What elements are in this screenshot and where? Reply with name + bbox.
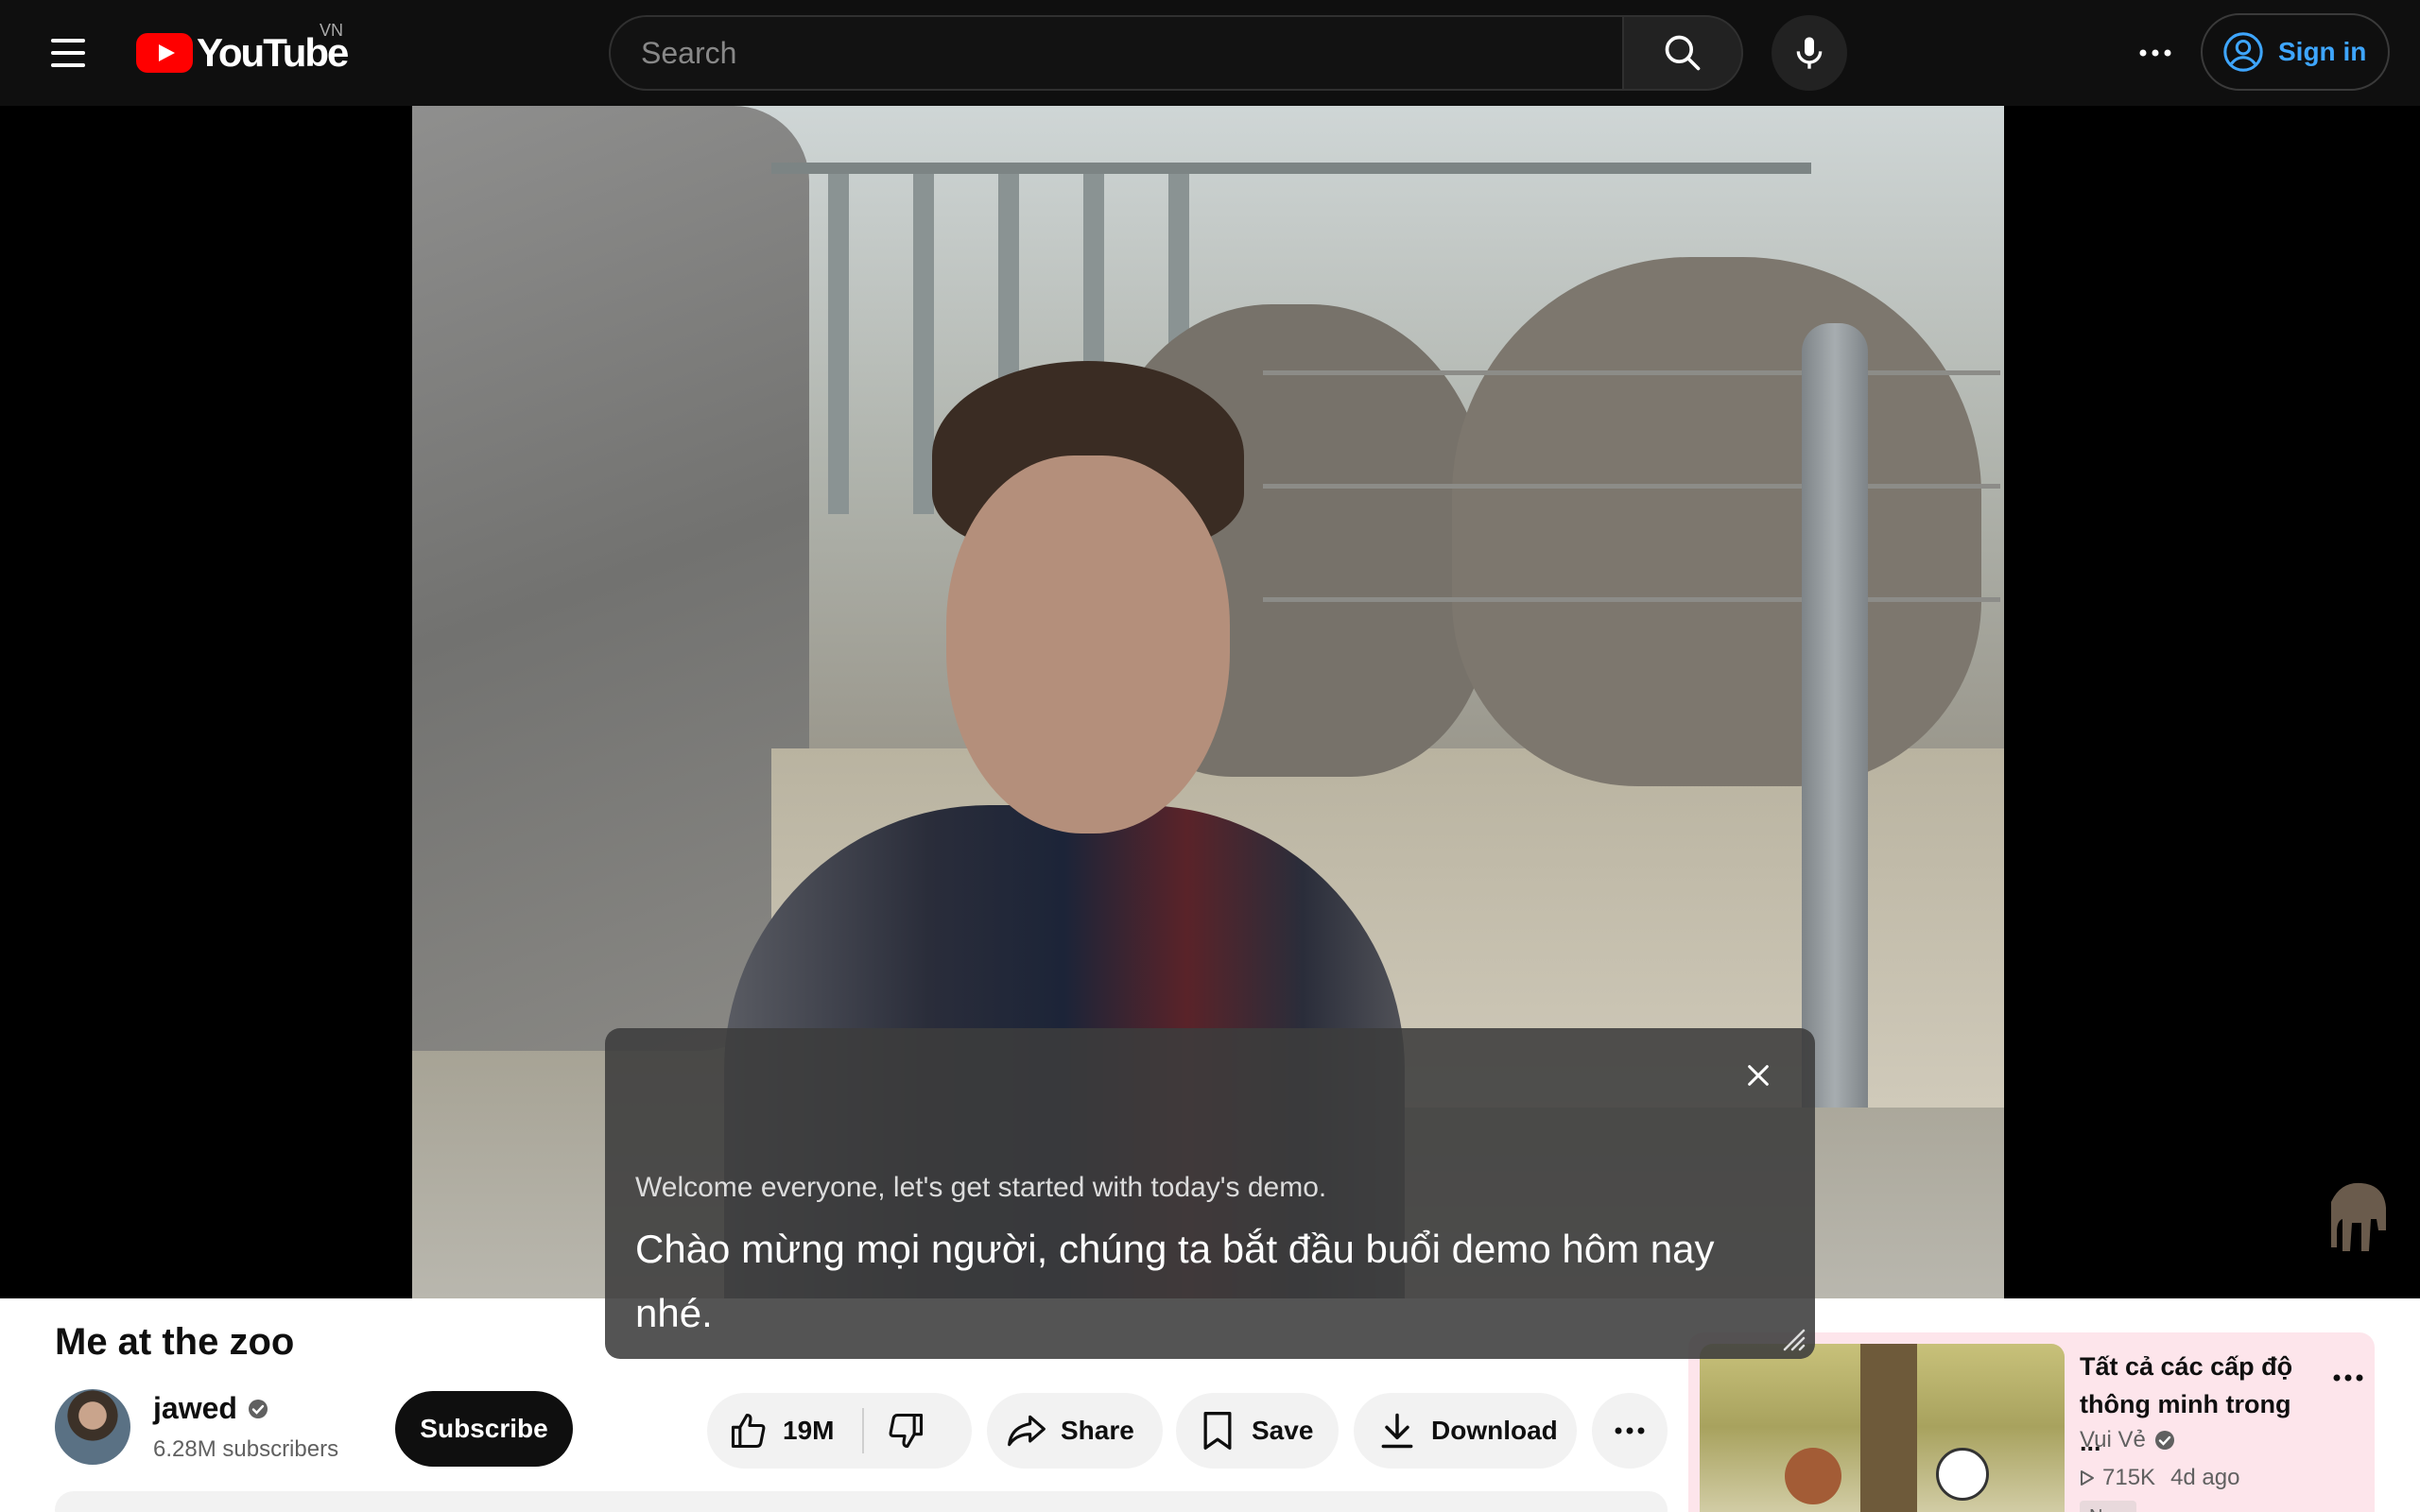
bookmark-icon xyxy=(1203,1412,1232,1450)
recommended-video-menu-button[interactable] xyxy=(2329,1359,2367,1397)
sign-in-label: Sign in xyxy=(2278,37,2367,66)
caption-original-text: Welcome everyone, let's get started with… xyxy=(635,1172,1327,1203)
menu-icon[interactable] xyxy=(40,28,96,77)
recommended-video-meta: 715K 4d ago xyxy=(2080,1465,2239,1491)
more-dots-icon xyxy=(2333,1374,2363,1382)
settings-more-button[interactable] xyxy=(2125,23,2186,83)
new-badge: New xyxy=(2080,1501,2137,1512)
caption-close-button[interactable] xyxy=(1739,1057,1777,1094)
download-button[interactable]: Download xyxy=(1354,1393,1577,1469)
live-translate-caption-panel[interactable]: Welcome everyone, let's get started with… xyxy=(605,1028,1815,1359)
country-code: VN xyxy=(320,21,344,40)
caption-translated-text: Chào mừng mọi người, chúng ta bắt đầu bu… xyxy=(635,1227,1715,1335)
like-button[interactable]: 19M xyxy=(728,1410,834,1452)
video-title: Me at the zoo xyxy=(55,1321,295,1363)
search-input[interactable] xyxy=(641,35,1622,71)
play-outline-icon xyxy=(2081,1470,2094,1486)
elephant-watermark-icon xyxy=(2331,1182,2386,1251)
subscribe-button[interactable]: Subscribe xyxy=(395,1391,573,1467)
recommended-video-card[interactable]: Tất cả các cấp độ thông minh trong ... V… xyxy=(1688,1332,2375,1512)
channel-name: jawed xyxy=(153,1391,237,1425)
recommended-channel[interactable]: Vui Vẻ xyxy=(2080,1427,2176,1453)
like-count: 19M xyxy=(783,1416,835,1445)
channel-name-link[interactable]: jawed xyxy=(153,1391,269,1426)
like-divider xyxy=(862,1408,865,1453)
close-icon xyxy=(1748,1065,1769,1086)
sign-in-button[interactable]: Sign in xyxy=(2201,13,2390,91)
search-icon xyxy=(1665,35,1701,71)
verified-badge-icon xyxy=(248,1399,268,1418)
channel-avatar[interactable] xyxy=(55,1389,130,1465)
youtube-play-icon xyxy=(136,33,193,73)
more-dots-icon xyxy=(2139,49,2171,57)
thumbs-up-icon xyxy=(731,1413,766,1449)
more-dots-icon xyxy=(1615,1427,1645,1435)
save-button[interactable]: Save xyxy=(1176,1393,1339,1469)
resize-handle-icon[interactable] xyxy=(1781,1327,1806,1351)
microphone-icon xyxy=(1796,37,1823,69)
top-bar: YouTube VN Sign in xyxy=(0,0,2420,106)
dislike-button[interactable] xyxy=(885,1410,926,1452)
more-actions-button[interactable] xyxy=(1592,1393,1668,1469)
share-icon xyxy=(1008,1415,1046,1447)
recommended-view-count: 715K xyxy=(2102,1465,2156,1490)
save-label: Save xyxy=(1252,1416,1314,1445)
thumbs-down-icon xyxy=(890,1413,924,1449)
share-button[interactable]: Share xyxy=(987,1393,1163,1469)
youtube-logo[interactable]: YouTube xyxy=(136,30,349,76)
like-dislike-group: 19M xyxy=(707,1393,972,1469)
share-label: Share xyxy=(1061,1416,1134,1445)
recommended-channel-name: Vui Vẻ xyxy=(2080,1427,2146,1452)
subscriber-count: 6.28M subscribers xyxy=(153,1436,339,1462)
download-icon xyxy=(1381,1413,1413,1449)
recommended-upload-age: 4d ago xyxy=(2170,1465,2240,1490)
video-scene-post xyxy=(1802,323,1868,1108)
video-scene-elephant xyxy=(1452,257,1981,786)
account-icon xyxy=(2223,32,2263,72)
download-label: Download xyxy=(1431,1416,1558,1445)
search-button[interactable] xyxy=(1622,15,1743,91)
recommended-video-thumbnail[interactable] xyxy=(1700,1344,2065,1512)
description-box[interactable] xyxy=(55,1491,1668,1512)
search-box xyxy=(609,15,1622,91)
verified-badge-icon xyxy=(2154,1431,2174,1450)
voice-search-button[interactable] xyxy=(1772,15,1847,91)
